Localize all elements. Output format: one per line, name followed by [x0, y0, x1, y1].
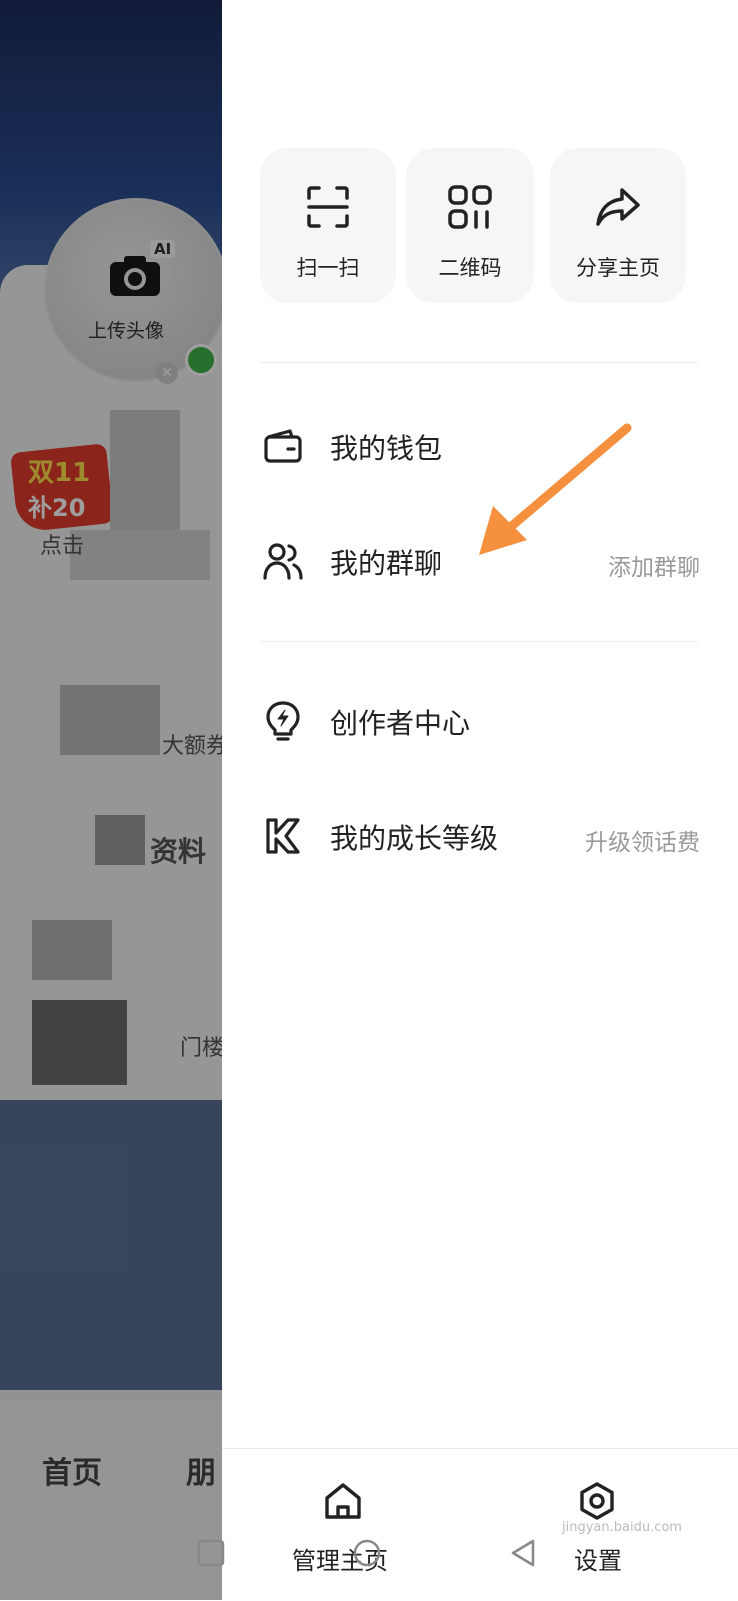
settings-button[interactable]: 设置	[574, 1541, 622, 1576]
home-icon	[325, 1483, 361, 1519]
dim-overlay[interactable]	[0, 0, 222, 1600]
watermark: jingyan.baidu.com	[562, 1520, 682, 1535]
menu-label-group-chat: 我的群聊	[330, 547, 443, 580]
wallet-icon	[264, 429, 302, 463]
level-badge-icon	[266, 818, 300, 854]
qr-code-label: 二维码	[438, 256, 502, 280]
menu-label-growth-level: 我的成长等级	[330, 822, 499, 855]
settings-icon	[580, 1482, 614, 1520]
group-chat-icon	[263, 543, 303, 580]
back-icon[interactable]	[508, 1538, 538, 1568]
menu-label-creator-center: 创作者中心	[330, 707, 471, 740]
qr-code-icon	[448, 185, 492, 229]
recent-apps-icon[interactable]	[196, 1538, 226, 1568]
menu-label-wallet: 我的钱包	[330, 432, 443, 465]
scan-button[interactable]: 扫一扫	[260, 148, 396, 303]
share-homepage-label: 分享主页	[576, 256, 660, 280]
scan-icon	[307, 186, 349, 228]
lightbulb-icon	[266, 701, 300, 741]
qr-code-button[interactable]: 二维码	[406, 148, 534, 303]
side-drawer: 扫一扫 二维码 分享主页 我的钱包 我的群聊 添加群聊 创作者中心 我的成长等级…	[222, 0, 738, 1600]
scan-label: 扫一扫	[296, 256, 360, 280]
home-circle-icon[interactable]	[352, 1538, 382, 1568]
background-profile-page: AI 上传头像 ✕ 双11 补20 点击 大额券 资料 门楼 首页 朋	[0, 0, 222, 1600]
upgrade-reward-link[interactable]: 升级领话费	[585, 823, 700, 857]
menu-item-creator-center[interactable]: 创作者中心	[222, 680, 738, 760]
divider	[260, 641, 698, 642]
divider	[260, 362, 698, 363]
share-icon	[596, 188, 640, 226]
share-homepage-button[interactable]: 分享主页	[550, 148, 686, 303]
annotation-arrow	[479, 423, 632, 555]
menu-item-growth-level[interactable]: 我的成长等级 升级领话费	[222, 795, 738, 875]
